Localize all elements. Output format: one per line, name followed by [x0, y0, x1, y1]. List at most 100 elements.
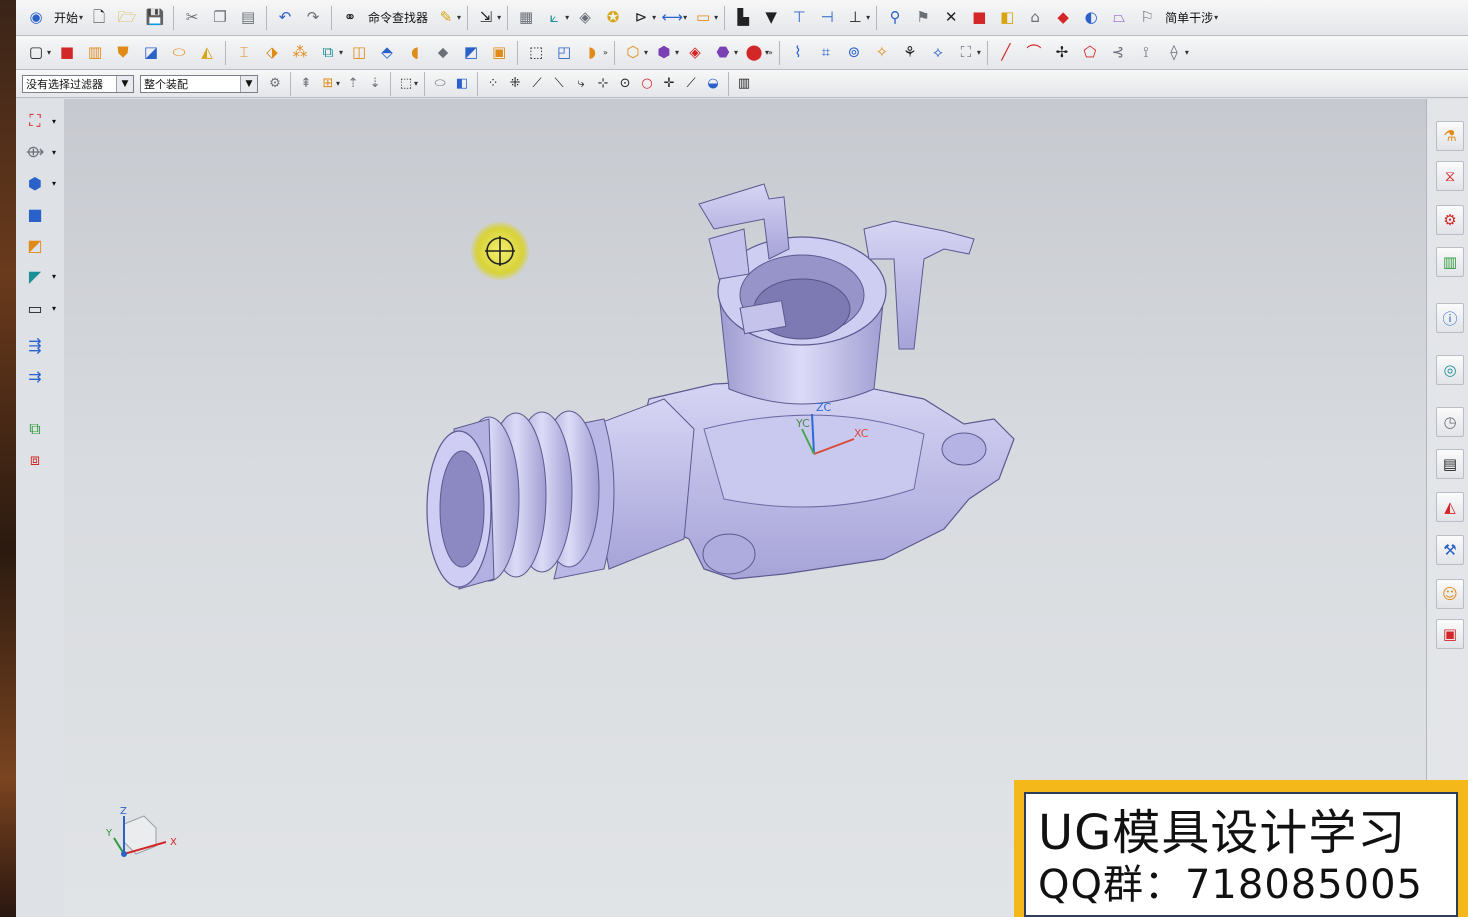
assembly-constraint-icon[interactable]: ⧉ [22, 417, 48, 441]
parting-line-icon[interactable]: ⊤ [788, 7, 810, 29]
radius-analysis-icon[interactable]: ⏢ [1108, 7, 1130, 29]
clock-icon[interactable]: ◷ [1436, 407, 1464, 437]
revolve-icon[interactable]: ▥ [84, 42, 106, 64]
pocket-icon[interactable]: ◭ [196, 42, 218, 64]
pad-icon[interactable]: ⬭ [168, 42, 190, 64]
replace-face-icon[interactable]: ◰ [553, 42, 575, 64]
simple-interference-label[interactable]: 简单干涉 [1165, 9, 1213, 26]
paste-icon[interactable]: ▤ [237, 7, 259, 29]
slope-icon[interactable]: ◐ [1080, 7, 1102, 29]
open-folder-icon[interactable]: 🗁 [116, 7, 138, 29]
chevron-down-icon[interactable]: ▾ [52, 304, 56, 313]
add-component-icon[interactable]: ⇶ [22, 333, 48, 357]
background-icon[interactable]: ▭ [22, 296, 48, 320]
resize-blend-icon[interactable]: ◗ [581, 42, 603, 64]
draft-analysis-icon[interactable]: ⚑ [912, 7, 934, 29]
chevron-down-icon[interactable]: ▾ [1185, 48, 1189, 57]
selection-scope-dropdown[interactable]: 整个装配 ▼ [140, 74, 258, 93]
select-body-icon[interactable]: ⬭ [431, 75, 449, 93]
chevron-down-icon[interactable]: ▾ [336, 79, 340, 88]
copy-icon[interactable]: ❐ [209, 7, 231, 29]
select-up-icon[interactable]: ⇡ [344, 75, 362, 93]
deviation-icon[interactable]: ✕ [940, 7, 962, 29]
chamfer-icon[interactable]: ⬥ [432, 42, 454, 64]
through-curves-icon[interactable]: ⌇ [787, 42, 809, 64]
part-navigator-icon[interactable]: ⚙ [1436, 205, 1464, 235]
quick-pick-icon[interactable]: ▥ [735, 75, 753, 93]
swept-icon[interactable]: ⊚ [843, 42, 865, 64]
orient-view-icon[interactable]: ⬢ [22, 171, 48, 195]
intersection-curve-icon[interactable]: ⟠ [1163, 42, 1185, 64]
selection-icon[interactable]: ⇲ [475, 7, 497, 29]
history-icon[interactable]: ◎ [1436, 355, 1464, 385]
remove-constraint-icon[interactable]: ⧈ [22, 448, 48, 472]
zoom-icon[interactable]: ⟴ [22, 139, 48, 163]
draft-icon[interactable]: ◩ [460, 42, 482, 64]
snap-endpoint-icon[interactable]: ⁘ [484, 75, 502, 93]
hole-icon[interactable]: ⛊ [112, 42, 134, 64]
save-icon[interactable]: 💾 [144, 7, 166, 29]
boss-icon[interactable]: ◪ [140, 42, 162, 64]
chevron-down-icon[interactable]: ▾ [52, 117, 56, 126]
start-menu-icon[interactable]: ◉ [25, 7, 47, 29]
select-down-icon[interactable]: ⇣ [366, 75, 384, 93]
move-component-icon[interactable]: ⇉ [22, 364, 48, 388]
studio-icon[interactable]: ◩ [22, 233, 48, 257]
chevron-down-icon[interactable]: ▾ [714, 13, 718, 22]
undo-icon[interactable]: ↶ [274, 7, 296, 29]
patch-icon[interactable]: ⛶ [955, 42, 977, 64]
sew-icon[interactable]: ⟡ [927, 42, 949, 64]
check-geometry-icon[interactable]: ⚲ [884, 7, 906, 29]
chevron-down-icon[interactable]: ▾ [457, 13, 461, 22]
line-icon[interactable]: ╱ [995, 42, 1017, 64]
snap-quadrant-icon[interactable]: ○ [638, 75, 656, 93]
binoculars-icon[interactable]: ⚭ [339, 7, 361, 29]
shell-icon[interactable]: ▣ [488, 42, 510, 64]
wcs-icon[interactable]: ⟀ [543, 7, 565, 29]
edit-object-display-icon[interactable]: ◈ [574, 7, 596, 29]
edge-blend-icon[interactable]: ◖ [404, 42, 426, 64]
reuse-library-icon[interactable]: ▥ [1436, 247, 1464, 277]
chevron-right-icon[interactable]: » [603, 48, 608, 57]
rectangle-select-icon[interactable]: ⬚ [397, 75, 415, 93]
edit-section-icon[interactable]: ◤ [22, 264, 48, 288]
snap-midpoint-icon[interactable]: ⁜ [506, 75, 524, 93]
cut-icon[interactable]: ✂ [181, 7, 203, 29]
select-face-icon[interactable]: ◧ [453, 75, 471, 93]
chevron-down-icon[interactable]: ▾ [52, 148, 56, 157]
feature-selection-icon[interactable]: ⊞ [319, 75, 337, 93]
chevron-down-icon[interactable]: ▾ [977, 48, 981, 57]
n-sided-surface-icon[interactable]: ✧ [871, 42, 893, 64]
reflection-icon[interactable]: ◆ [1052, 7, 1074, 29]
through-curve-mesh-icon[interactable]: ⌗ [815, 42, 837, 64]
type-filter-dropdown[interactable]: 没有选择过滤器 ▼ [22, 74, 134, 93]
snap-curve-icon[interactable]: ⤷ [572, 75, 590, 93]
move-object-icon[interactable]: ⊳ [630, 7, 652, 29]
new-file-icon[interactable]: 🗋 [88, 7, 110, 29]
project-curve-icon[interactable]: ⟟ [1135, 42, 1157, 64]
chevron-down-icon[interactable]: ▾ [47, 48, 51, 57]
touch-mode-icon[interactable]: ✎ [435, 7, 457, 29]
show-hide-icon[interactable]: ✪ [602, 7, 624, 29]
chevron-down-icon[interactable]: ▾ [734, 48, 738, 57]
pull-face-icon[interactable]: ◈ [684, 42, 706, 64]
section-analysis-icon[interactable]: ⌂ [1024, 7, 1046, 29]
chevron-down-icon[interactable]: ▼ [240, 75, 257, 92]
assembly-navigator-icon[interactable]: ⚗ [1436, 121, 1464, 151]
solid-density-icon[interactable]: ■ [968, 7, 990, 29]
pattern-face-icon[interactable]: ⬤ [743, 42, 765, 64]
simple-interference-icon[interactable]: ⚐ [1136, 7, 1158, 29]
layer-settings-icon[interactable]: ▦ [515, 7, 537, 29]
chevron-down-icon[interactable]: ▾ [866, 13, 870, 22]
chevron-down-icon[interactable]: ▾ [675, 48, 679, 57]
datum-axis-icon[interactable]: ⬗ [261, 42, 283, 64]
rectangle-icon[interactable]: ⬠ [1079, 42, 1101, 64]
snap-on-face-icon[interactable]: ◒ [704, 75, 722, 93]
snap-line-icon[interactable]: ⟋ [528, 75, 546, 93]
face-analysis-icon[interactable]: ◧ [996, 7, 1018, 29]
mold-wizard-icon[interactable]: ▙ [732, 7, 754, 29]
offset-curve-icon[interactable]: ⊰ [1107, 42, 1129, 64]
chevron-down-icon[interactable]: ▾ [497, 13, 501, 22]
datum-plane-icon[interactable]: ⌶ [233, 42, 255, 64]
snap-existing-point-icon[interactable]: ✛ [660, 75, 678, 93]
